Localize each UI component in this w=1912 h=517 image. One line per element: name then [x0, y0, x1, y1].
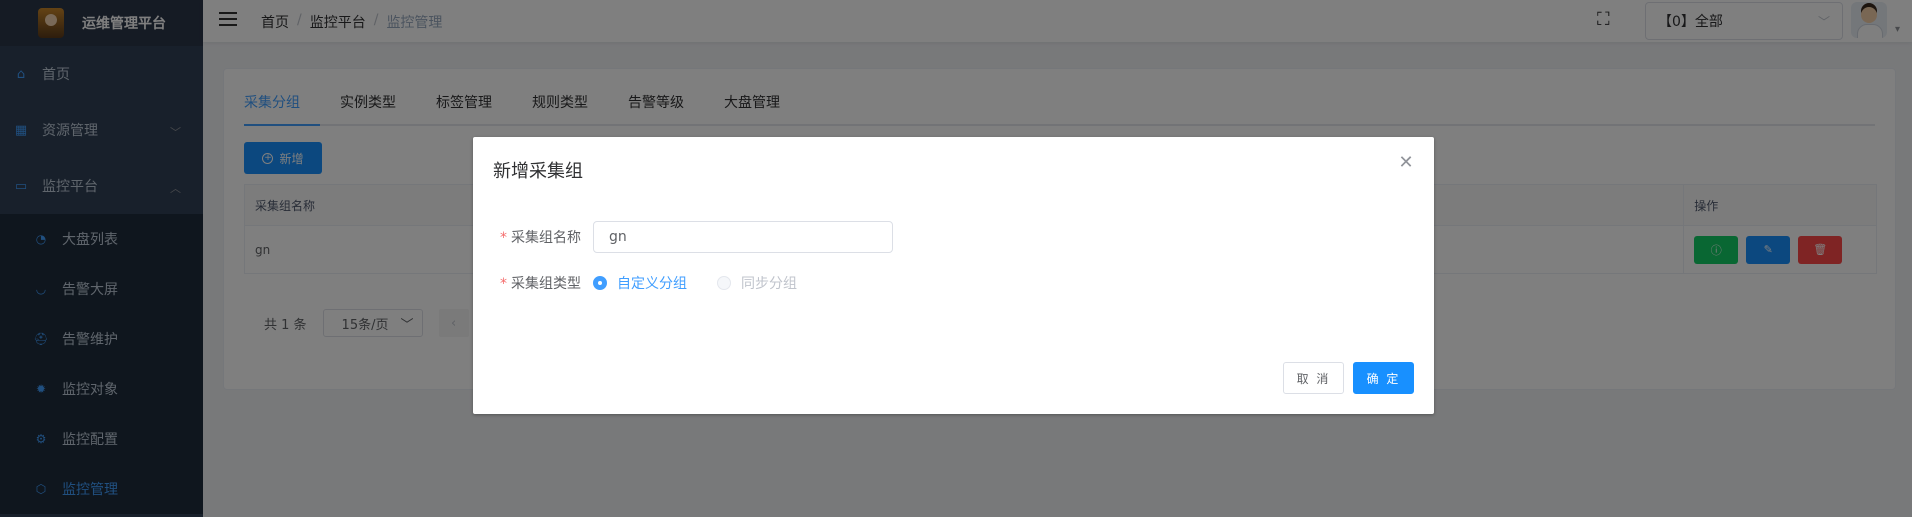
required-asterisk: *: [500, 276, 507, 292]
form-row-name: * 采集组名称 gn: [493, 221, 893, 253]
form-label: * 采集组名称: [493, 227, 593, 247]
dialog-title: 新增采集组: [493, 161, 583, 182]
radio-label: 同步分组: [741, 276, 797, 292]
radio-sync-group[interactable]: 同步分组: [717, 273, 797, 293]
cancel-button[interactable]: 取 消: [1283, 362, 1344, 394]
required-asterisk: *: [500, 230, 507, 246]
close-icon[interactable]: ✕: [1398, 154, 1414, 172]
radio-dot: [717, 276, 731, 290]
confirm-button[interactable]: 确 定: [1353, 362, 1414, 394]
form-row-type: * 采集组类型 自定义分组 同步分组: [493, 273, 827, 293]
group-name-input[interactable]: gn: [593, 221, 893, 253]
add-group-dialog: 新增采集组 ✕ * 采集组名称 gn * 采集组类型 自定义分组 同步分组 取 消 …: [473, 137, 1434, 414]
form-label: * 采集组类型: [493, 273, 593, 293]
name-label: 采集组名称: [511, 230, 581, 246]
radio-dot: [593, 276, 607, 290]
radio-custom-group[interactable]: 自定义分组: [593, 273, 687, 293]
type-label: 采集组类型: [511, 276, 581, 292]
radio-label: 自定义分组: [617, 276, 687, 292]
